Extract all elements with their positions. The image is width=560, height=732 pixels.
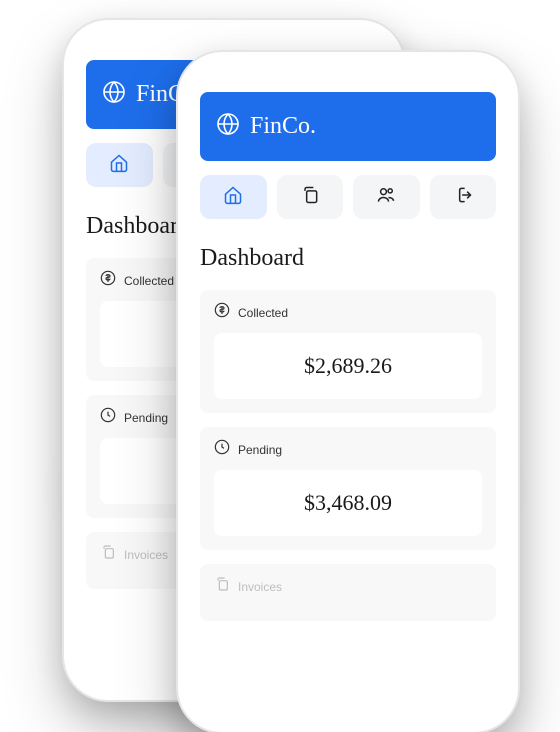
- card-label: Pending: [124, 411, 168, 425]
- card-label: Collected: [238, 306, 288, 320]
- dollar-circle-icon: [100, 270, 116, 291]
- nav-home[interactable]: [200, 175, 267, 219]
- document-icon: [100, 544, 116, 565]
- card-label: Invoices: [124, 548, 168, 562]
- nav-home[interactable]: [86, 143, 153, 187]
- users-icon: [376, 185, 396, 210]
- collected-value: $2,689.26: [228, 353, 468, 379]
- dollar-circle-icon: [214, 302, 230, 323]
- phone-mockup-front: FinCo.: [178, 52, 518, 732]
- card-value-box: $2,689.26: [214, 333, 482, 399]
- card-collected: Collected $2,689.26: [200, 290, 496, 413]
- card-header: Invoices: [214, 576, 482, 597]
- card-invoices: Invoices: [200, 564, 496, 621]
- nav-logout[interactable]: [430, 175, 497, 219]
- app-header: FinCo.: [200, 92, 496, 161]
- phone-notch: [273, 62, 423, 86]
- document-icon: [300, 185, 320, 210]
- phone-notch: [159, 30, 309, 54]
- logout-icon: [453, 185, 473, 210]
- page-title: Dashboard: [200, 245, 496, 272]
- card-label: Collected: [124, 274, 174, 288]
- home-icon: [109, 153, 129, 178]
- nav-documents[interactable]: [277, 175, 344, 219]
- card-pending: Pending $3,468.09: [200, 427, 496, 550]
- brand-title: FinCo.: [250, 113, 316, 140]
- card-value-box: $3,468.09: [214, 470, 482, 536]
- pending-value: $3,468.09: [228, 490, 468, 516]
- clock-icon: [100, 407, 116, 428]
- home-icon: [223, 185, 243, 210]
- card-header: Collected: [214, 302, 482, 323]
- nav-users[interactable]: [353, 175, 420, 219]
- card-label: Pending: [238, 443, 282, 457]
- nav-row: [200, 175, 496, 219]
- phone-screen: FinCo.: [188, 62, 508, 722]
- globe-icon: [216, 112, 240, 141]
- card-label: Invoices: [238, 580, 282, 594]
- clock-icon: [214, 439, 230, 460]
- card-header: Pending: [214, 439, 482, 460]
- globe-icon: [102, 80, 126, 109]
- document-icon: [214, 576, 230, 597]
